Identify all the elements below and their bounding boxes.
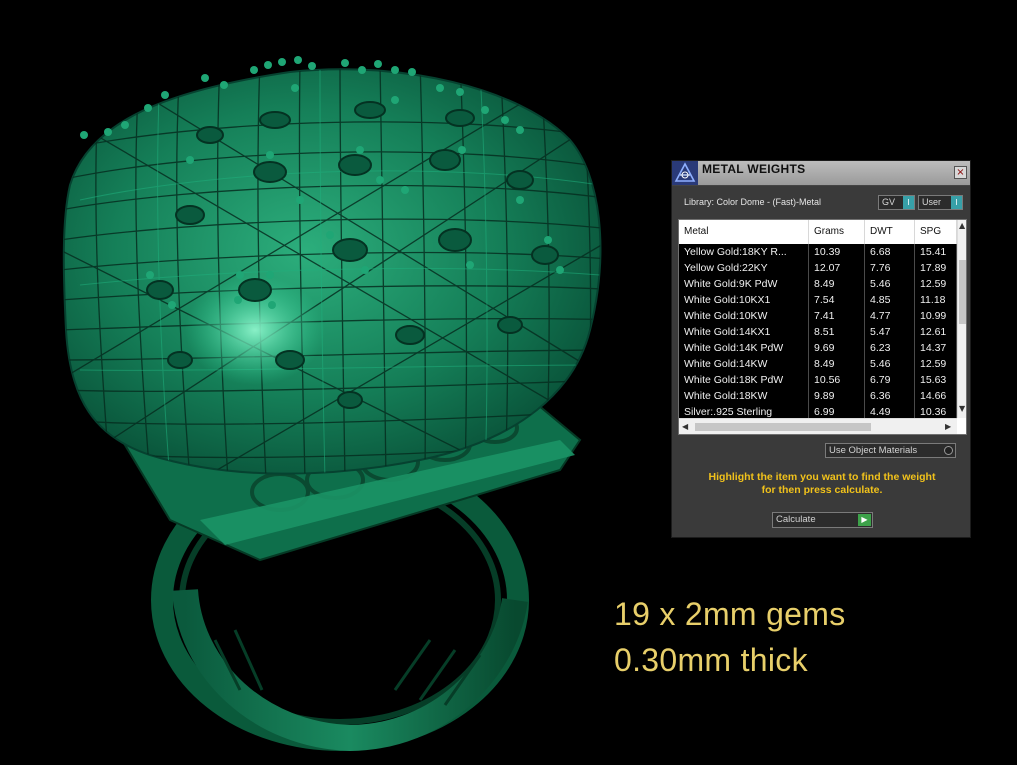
calculate-button[interactable]: Calculate ▶ [772, 512, 873, 528]
gv-toggle-knob: I [903, 196, 914, 209]
user-toggle[interactable]: User I [918, 195, 963, 210]
use-object-materials-label: Use Object Materials [829, 445, 918, 456]
cell-dwt: 4.85 [865, 292, 915, 308]
vertical-scroll-thumb[interactable] [959, 260, 966, 324]
cell-grams: 12.07 [809, 260, 865, 276]
library-label: Library: Color Dome - (Fast)-Metal [684, 197, 822, 207]
table-header: Metal Grams DWT SPG [679, 220, 957, 245]
cell-grams: 8.49 [809, 276, 865, 292]
table-row[interactable]: White Gold:10KW 7.41 4.77 10.99 [679, 308, 957, 324]
cell-dwt: 5.46 [865, 356, 915, 372]
use-object-materials-option[interactable]: Use Object Materials [825, 443, 956, 458]
cell-spg: 11.18 [915, 292, 957, 308]
vertical-scrollbar[interactable]: ▲ ▼ [957, 220, 966, 418]
cell-metal: White Gold:9K PdW [679, 276, 809, 292]
cell-metal: Yellow Gold:22KY [679, 260, 809, 276]
close-button[interactable]: × [954, 166, 967, 179]
table-row[interactable]: White Gold:14KW 8.49 5.46 12.59 [679, 356, 957, 372]
scroll-right-icon[interactable]: ▶ [945, 422, 951, 431]
cell-dwt: 6.23 [865, 340, 915, 356]
scroll-up-icon[interactable]: ▲ [959, 221, 965, 230]
panel-title: METAL WEIGHTS [702, 162, 806, 176]
cell-grams: 9.89 [809, 388, 865, 404]
cell-metal: White Gold:14KW [679, 356, 809, 372]
caption-thickness: 0.30mm thick [614, 642, 808, 678]
instruction-text: Highlight the item you want to find the … [682, 471, 962, 497]
gv-toggle[interactable]: GV I [878, 195, 915, 210]
scroll-left-icon[interactable]: ◀ [682, 422, 688, 431]
cell-metal: White Gold:10KW [679, 308, 809, 324]
table-row[interactable]: White Gold:14K PdW 9.69 6.23 14.37 [679, 340, 957, 356]
cell-grams: 7.54 [809, 292, 865, 308]
column-header-dwt[interactable]: DWT [865, 220, 915, 244]
cell-metal: White Gold:10KX1 [679, 292, 809, 308]
cell-dwt: 6.36 [865, 388, 915, 404]
instruction-line-1: Highlight the item you want to find the … [708, 471, 936, 483]
cell-dwt: 5.46 [865, 276, 915, 292]
cell-spg: 12.59 [915, 356, 957, 372]
cell-spg: 12.61 [915, 324, 957, 340]
cell-grams: 10.39 [809, 244, 865, 260]
cell-spg: 15.63 [915, 372, 957, 388]
cell-grams: 9.69 [809, 340, 865, 356]
cell-metal: White Gold:14K PdW [679, 340, 809, 356]
calculate-label: Calculate [776, 514, 816, 525]
table-row[interactable]: White Gold:18K PdW 10.56 6.79 15.63 [679, 372, 957, 388]
app-logo-icon [672, 161, 698, 185]
cell-spg: 12.59 [915, 276, 957, 292]
column-header-grams[interactable]: Grams [809, 220, 865, 244]
cell-grams: 10.56 [809, 372, 865, 388]
table-row[interactable]: Yellow Gold:22KY 12.07 7.76 17.89 [679, 260, 957, 276]
cell-dwt: 5.47 [865, 324, 915, 340]
cell-spg: 15.41 [915, 244, 957, 260]
cell-spg: 14.66 [915, 388, 957, 404]
table-row[interactable]: White Gold:18KW 9.89 6.36 14.66 [679, 388, 957, 404]
gv-toggle-label: GV [882, 197, 896, 207]
caption-gem-count: 19 x 2mm gems [614, 596, 846, 632]
table-row[interactable]: White Gold:10KX1 7.54 4.85 11.18 [679, 292, 957, 308]
horizontal-scrollbar[interactable]: ◀ ▶ [679, 418, 957, 434]
cell-metal: Yellow Gold:18KY R... [679, 244, 809, 260]
metal-weights-panel: METAL WEIGHTS × Library: Color Dome - (F… [671, 160, 971, 538]
cell-grams: 8.49 [809, 356, 865, 372]
cell-dwt: 6.79 [865, 372, 915, 388]
horizontal-scroll-thumb[interactable] [695, 423, 871, 431]
table-row[interactable]: Yellow Gold:18KY R... 10.39 6.68 15.41 [679, 244, 957, 260]
cell-dwt: 4.77 [865, 308, 915, 324]
table-row[interactable]: White Gold:14KX1 8.51 5.47 12.61 [679, 324, 957, 340]
metal-weights-table[interactable]: Metal Grams DWT SPG Yellow Gold:18KY R..… [678, 219, 967, 435]
cell-spg: 14.37 [915, 340, 957, 356]
column-header-spg[interactable]: SPG [915, 220, 957, 244]
column-header-metal[interactable]: Metal [679, 220, 809, 244]
cell-spg: 17.89 [915, 260, 957, 276]
cell-grams: 8.51 [809, 324, 865, 340]
user-toggle-label: User [922, 197, 942, 207]
cell-metal: White Gold:14KX1 [679, 324, 809, 340]
table-row[interactable]: White Gold:9K PdW 8.49 5.46 12.59 [679, 276, 957, 292]
cell-metal: White Gold:18KW [679, 388, 809, 404]
radio-icon[interactable] [944, 446, 953, 455]
scroll-down-icon[interactable]: ▼ [959, 404, 965, 413]
cell-spg: 10.99 [915, 308, 957, 324]
cell-dwt: 7.76 [865, 260, 915, 276]
cell-dwt: 6.68 [865, 244, 915, 260]
panel-titlebar[interactable]: METAL WEIGHTS × [672, 161, 970, 186]
play-icon: ▶ [858, 514, 871, 526]
cell-grams: 7.41 [809, 308, 865, 324]
user-toggle-knob: I [951, 196, 962, 209]
cell-metal: White Gold:18K PdW [679, 372, 809, 388]
instruction-line-2: for then press calculate. [761, 484, 883, 496]
